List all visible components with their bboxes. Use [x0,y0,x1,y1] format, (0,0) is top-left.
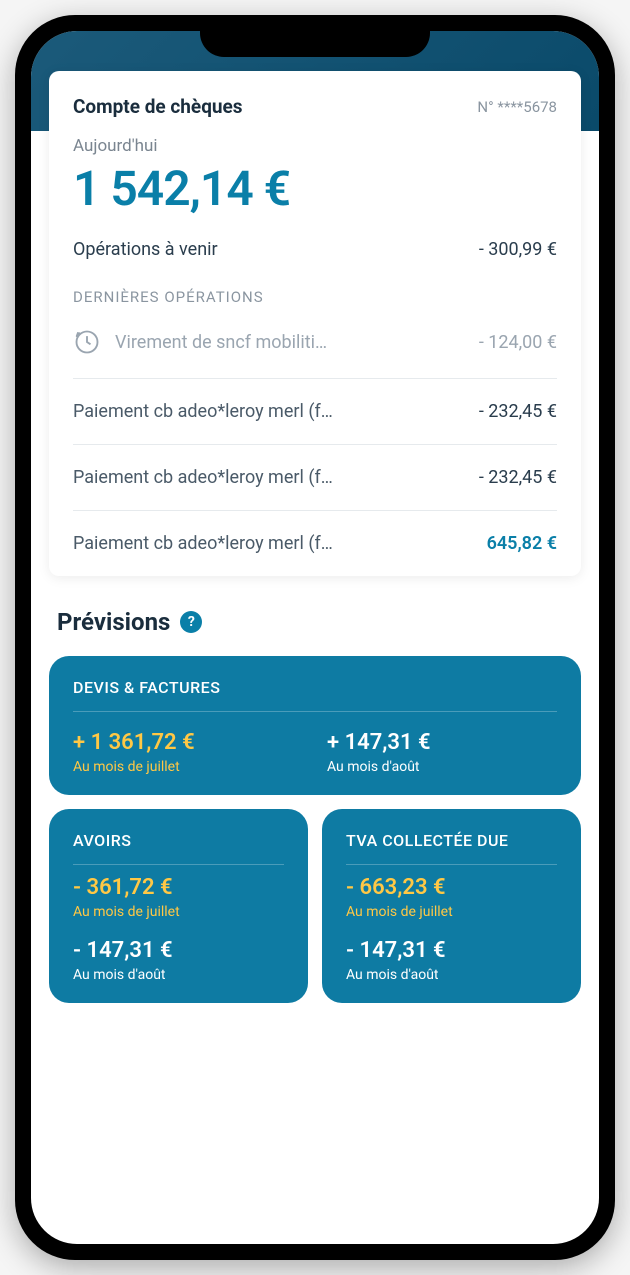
phone-frame: Compte de chèques N° ****5678 Aujourd'hu… [15,15,615,1260]
operation-amount: - 232,45 € [479,467,557,488]
pending-label: Opérations à venir [73,239,218,260]
today-label: Aujourd'hui [73,136,557,156]
screen: Compte de chèques N° ****5678 Aujourd'hu… [31,31,599,1244]
tile-avoirs[interactable]: AVOIRS - 361,72 € Au mois de juillet - 1… [49,809,308,1003]
tile-title: AVOIRS [73,831,284,865]
account-card[interactable]: Compte de chèques N° ****5678 Aujourd'hu… [49,71,581,576]
tile-devis-factures[interactable]: DEVIS & FACTURES + 1 361,72 € Au mois de… [49,656,581,795]
metric-value: - 663,23 € [346,875,557,900]
account-title: Compte de chèques [73,95,243,118]
help-icon[interactable]: ? [180,611,202,633]
operation-amount: - 232,45 € [479,401,557,422]
operation-amount: - 124,00 € [479,332,557,353]
metric-period: Au mois de juillet [346,904,557,920]
metric-value: - 361,72 € [73,875,284,900]
operation-row[interactable]: Paiement cb adeo*leroy merl (f… - 232,45… [73,444,557,510]
metric-period: Au mois d'août [73,967,284,983]
operation-label: Paiement cb adeo*leroy merl (f… [73,401,333,422]
forecasts-header: Prévisions ? [57,608,573,636]
tile-title: DEVIS & FACTURES [73,678,557,712]
screen-content: Compte de chèques N° ****5678 Aujourd'hu… [31,31,599,1017]
account-header: Compte de chèques N° ****5678 [73,95,557,118]
pending-amount: - 300,99 € [479,239,557,260]
operation-label: Paiement cb adeo*leroy merl (f… [73,467,333,488]
forecasts-title: Prévisions [57,608,170,636]
metric-period: Au mois d'août [327,759,557,775]
tile-tva[interactable]: TVA COLLECTÉE DUE - 663,23 € Au mois de … [322,809,581,1003]
metric-period: Au mois de juillet [73,759,303,775]
metric-value: + 147,31 € [327,730,557,755]
metric-value: - 147,31 € [73,938,284,963]
metric-period: Au mois de juillet [73,904,284,920]
metric-value: - 147,31 € [346,938,557,963]
metric-period: Au mois d'août [346,967,557,983]
operation-label: Paiement cb adeo*leroy merl (f… [73,533,333,554]
metric-value: + 1 361,72 € [73,730,303,755]
operation-amount: 645,82 € [487,533,557,554]
operation-label: Virement de sncf mobiliti… [115,332,327,353]
pending-clock-icon [73,328,101,356]
phone-notch [200,15,430,57]
operations-section-label: DERNIÈRES OPÉRATIONS [73,288,557,306]
pending-row[interactable]: Opérations à venir - 300,99 € [73,239,557,260]
tile-title: TVA COLLECTÉE DUE [346,831,557,865]
operation-row[interactable]: Paiement cb adeo*leroy merl (f… - 232,45… [73,378,557,444]
account-number: N° ****5678 [477,98,557,116]
operation-row[interactable]: Virement de sncf mobiliti… - 124,00 € [73,320,557,378]
operation-row[interactable]: Paiement cb adeo*leroy merl (f… 645,82 € [73,510,557,576]
account-balance: 1 542,14 € [73,160,557,217]
